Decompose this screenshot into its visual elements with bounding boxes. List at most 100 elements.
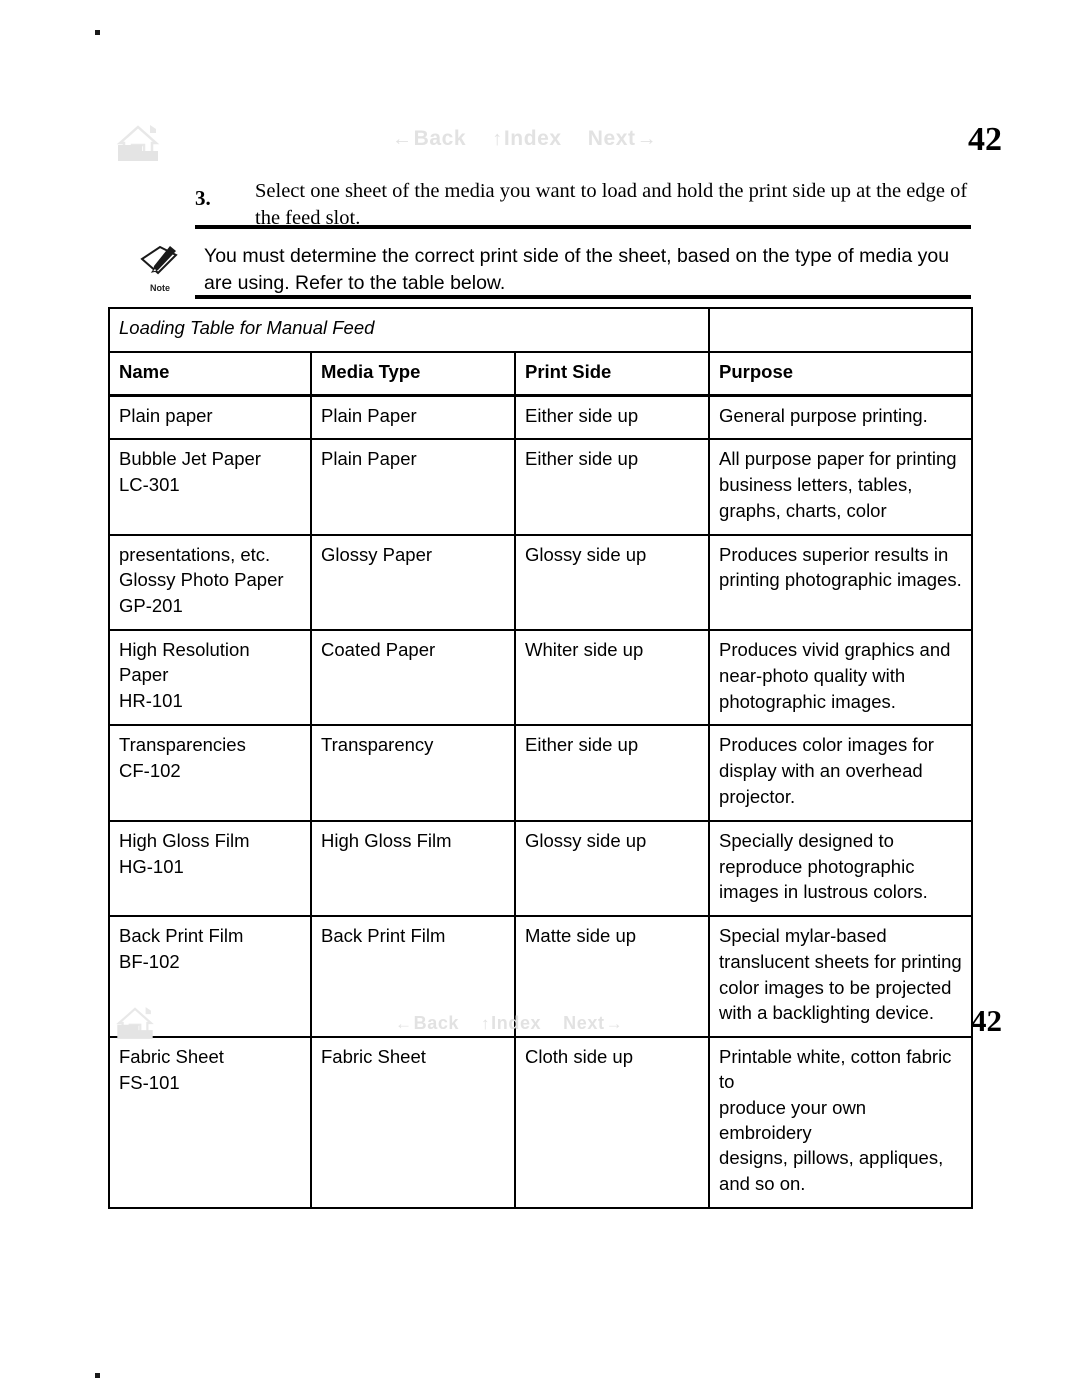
cell-print-side: Cloth side up — [513, 1036, 711, 1209]
cell-line: Special mylar-based — [719, 925, 887, 947]
cell-line: and so on. — [719, 1173, 806, 1195]
cell-line: business letters, tables, — [719, 474, 913, 496]
arrow-up-icon: ↑ — [492, 128, 503, 150]
cell-line: Transparency — [321, 734, 434, 756]
note-pencil-icon: Note — [138, 243, 186, 299]
registration-mark-top-left — [95, 30, 100, 35]
cell-line: All purpose paper for printing — [719, 448, 957, 470]
cell-line: Specially designed to — [719, 829, 894, 851]
arrow-right-icon: → — [636, 128, 658, 150]
cell-line: High Resolution Paper — [119, 639, 250, 685]
cell-purpose: Produces superior results in printing pho… — [708, 533, 974, 632]
nav-link-back[interactable]: ← Back — [392, 127, 466, 151]
column-header-media-type: Media Type — [310, 350, 516, 397]
cell-line: Transparencies — [119, 734, 246, 756]
nav-links-top: ← Back ↑ Index Next → — [392, 119, 692, 159]
nav-link-next-label: Next — [587, 127, 636, 150]
cell-line: translucent sheets for printing — [719, 950, 962, 972]
arrow-left-icon: ← — [392, 128, 413, 150]
cell-line: Glossy side up — [525, 829, 647, 851]
nav-links-bottom: ← Back ↑ Index Next → — [395, 1003, 695, 1043]
cell-print-side: Glossy side up — [513, 819, 711, 918]
home-icon[interactable] — [112, 1003, 158, 1043]
cell-line: HR-101 — [119, 689, 183, 711]
cell-line: Produces color images for — [719, 734, 934, 756]
navigation-bar-bottom: ← Back ↑ Index Next → 42 — [0, 995, 1080, 1051]
home-icon[interactable] — [112, 121, 164, 165]
cell-name: Bubble Jet Paper LC-301 — [108, 438, 312, 536]
table-row: Plain paper Plain Paper Either side up Gene… — [108, 394, 974, 441]
cell-line: Back Print Film — [321, 925, 446, 947]
cell-line: printing photographic images. — [719, 569, 962, 591]
nav-link-back-label: Back — [413, 1012, 460, 1033]
cell-line: projector. — [719, 785, 796, 807]
arrow-left-icon: ← — [395, 1013, 413, 1033]
cell-line: Glossy side up — [525, 543, 647, 565]
cell-media-type: Glossy Paper — [310, 533, 516, 632]
document-page: ← Back ↑ Index Next → 42 3. Select one shee… — [0, 0, 1080, 1397]
cell-line: GP-201 — [119, 595, 183, 617]
cell-line: High Gloss Film — [321, 829, 452, 851]
nav-link-next[interactable]: Next → — [563, 1013, 623, 1034]
cell-line: HG-101 — [119, 855, 184, 877]
table-row: Bubble Jet Paper LC-301 Plain Paper Either … — [108, 438, 974, 536]
column-header-purpose: Purpose — [708, 350, 974, 397]
cell-purpose: Produces color images for display with an… — [708, 724, 974, 822]
cell-media-type: Plain Paper — [310, 438, 516, 536]
table-title-row: Loading Table for Manual Feed — [107, 307, 974, 353]
cell-line: LC-301 — [119, 474, 180, 496]
cell-line: Plain paper — [119, 404, 213, 426]
step-number: 3. — [195, 186, 211, 210]
nav-link-back[interactable]: ← Back — [395, 1013, 459, 1034]
cell-purpose: Produces vivid graphics and near-photo qu… — [708, 629, 974, 727]
column-header-print-side: Print Side — [513, 350, 711, 397]
cell-line: Back Print Film — [119, 925, 244, 947]
cell-name: High Gloss Film HG-101 — [108, 819, 312, 918]
cell-media-type: Plain Paper — [310, 394, 516, 441]
cell-line: Either side up — [525, 404, 639, 426]
cell-line: BF-102 — [119, 950, 180, 972]
cell-line: Printable white, cotton fabric to — [719, 1046, 952, 1092]
cell-line: High Gloss Film — [119, 829, 250, 851]
cell-line: Plain Paper — [321, 448, 417, 470]
cell-media-type: Fabric Sheet — [310, 1036, 516, 1209]
arrow-up-icon: ↑ — [481, 1013, 491, 1033]
cell-line: display with an overhead — [719, 760, 923, 782]
table-row: Transparencies CF-102 Transparency Either s… — [108, 724, 974, 822]
step-block: 3. Select one sheet of the media you wan… — [195, 178, 971, 232]
registration-mark-bottom-left — [95, 1373, 100, 1378]
cell-line: Whiter side up — [525, 639, 644, 661]
cell-line: Coated Paper — [321, 639, 436, 661]
loading-table: Loading Table for Manual Feed Name Media… — [107, 307, 974, 1209]
cell-line: Glossy Paper — [321, 543, 433, 565]
table-row: High Resolution Paper HR-101 Coated Paper W… — [108, 629, 974, 727]
cell-line: General purpose printing. — [719, 404, 928, 426]
cell-print-side: Either side up — [513, 724, 711, 822]
cell-name: presentations, etc. Glossy Photo Paper GP-… — [108, 533, 312, 632]
cell-line: Plain Paper — [321, 404, 417, 426]
cell-line: FS-101 — [119, 1071, 180, 1093]
cell-print-side: Either side up — [513, 394, 711, 441]
nav-link-next-label: Next — [563, 1012, 605, 1033]
table-row: High Gloss Film HG-101 High Gloss Film Glos… — [108, 819, 974, 918]
nav-link-index[interactable]: ↑ Index — [481, 1013, 541, 1034]
cell-media-type: High Gloss Film — [310, 819, 516, 918]
table-title: Loading Table for Manual Feed — [107, 307, 711, 353]
navigation-bar-top: ← Back ↑ Index Next → 42 — [0, 115, 1080, 171]
cell-name: High Resolution Paper HR-101 — [108, 629, 312, 727]
cell-media-type: Transparency — [310, 724, 516, 822]
cell-line: graphs, charts, color — [719, 499, 887, 521]
table-title-spacer — [708, 307, 974, 353]
step-text: Select one sheet of the media you want t… — [255, 180, 968, 230]
table-row: Fabric Sheet FS-101 Fabric Sheet Cloth side… — [108, 1036, 974, 1209]
cell-print-side: Whiter side up — [513, 629, 711, 727]
cell-media-type: Coated Paper — [310, 629, 516, 727]
nav-link-index[interactable]: ↑ Index — [492, 127, 561, 151]
cell-line: presentations, etc. — [119, 543, 271, 565]
divider-after-note — [195, 295, 971, 299]
cell-line: Bubble Jet Paper — [119, 448, 261, 470]
cell-line: images in lustrous colors. — [719, 881, 928, 903]
cell-print-side: Glossy side up — [513, 533, 711, 632]
cell-line: designs, pillows, appliques, — [719, 1147, 944, 1169]
nav-link-next[interactable]: Next → — [588, 127, 658, 151]
